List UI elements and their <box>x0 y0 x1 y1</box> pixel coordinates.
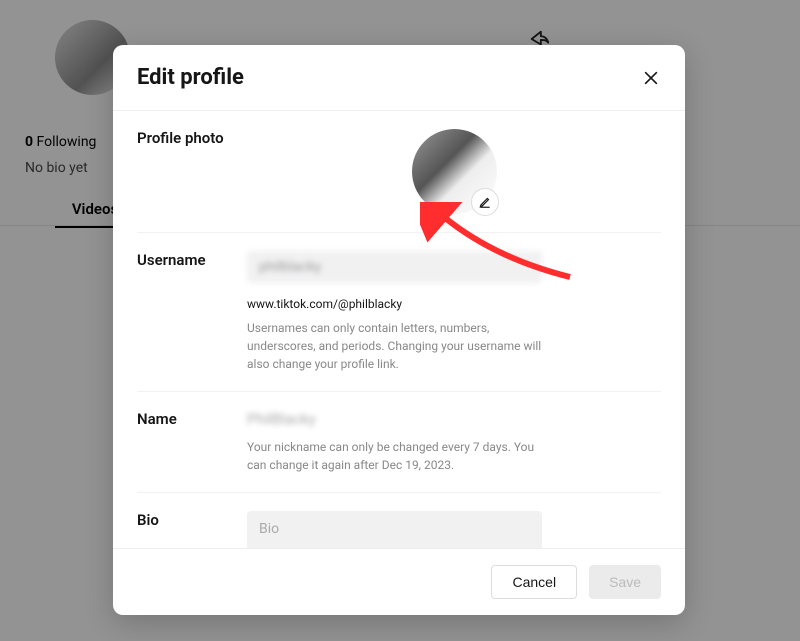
username-label: Username <box>137 251 247 373</box>
bio-placeholder-bg: No bio yet <box>25 160 88 176</box>
profile-photo[interactable] <box>412 129 497 214</box>
section-name: Name PhilBlacky Your nickname can only b… <box>137 392 661 493</box>
pencil-icon <box>478 195 492 209</box>
name-label: Name <box>137 410 247 474</box>
modal-title: Edit profile <box>137 65 244 90</box>
profile-photo-label: Profile photo <box>137 129 247 214</box>
section-username: Username philblacky www.tiktok.com/@phil… <box>137 233 661 392</box>
modal-header: Edit profile <box>113 45 685 111</box>
username-helper: Usernames can only contain letters, numb… <box>247 319 547 373</box>
name-value[interactable]: PhilBlacky <box>247 410 661 428</box>
username-input[interactable]: philblacky <box>247 251 542 283</box>
modal-footer: Cancel Save <box>113 548 685 615</box>
username-url: www.tiktok.com/@philblacky <box>247 297 661 311</box>
bio-textarea[interactable]: Bio <box>247 511 542 548</box>
save-button[interactable]: Save <box>589 565 661 599</box>
close-button[interactable] <box>641 68 661 88</box>
section-profile-photo: Profile photo <box>137 111 661 233</box>
modal-body: Profile photo Username philblacky www.ti… <box>113 111 685 548</box>
edit-profile-modal: Edit profile Profile photo Username phil… <box>113 45 685 615</box>
section-bio: Bio Bio 0/80 <box>137 493 661 548</box>
bio-label: Bio <box>137 511 247 548</box>
following-stat: 0 Following <box>25 134 96 150</box>
edit-photo-button[interactable] <box>471 188 499 216</box>
cancel-button[interactable]: Cancel <box>491 565 577 599</box>
name-helper: Your nickname can only be changed every … <box>247 438 547 474</box>
